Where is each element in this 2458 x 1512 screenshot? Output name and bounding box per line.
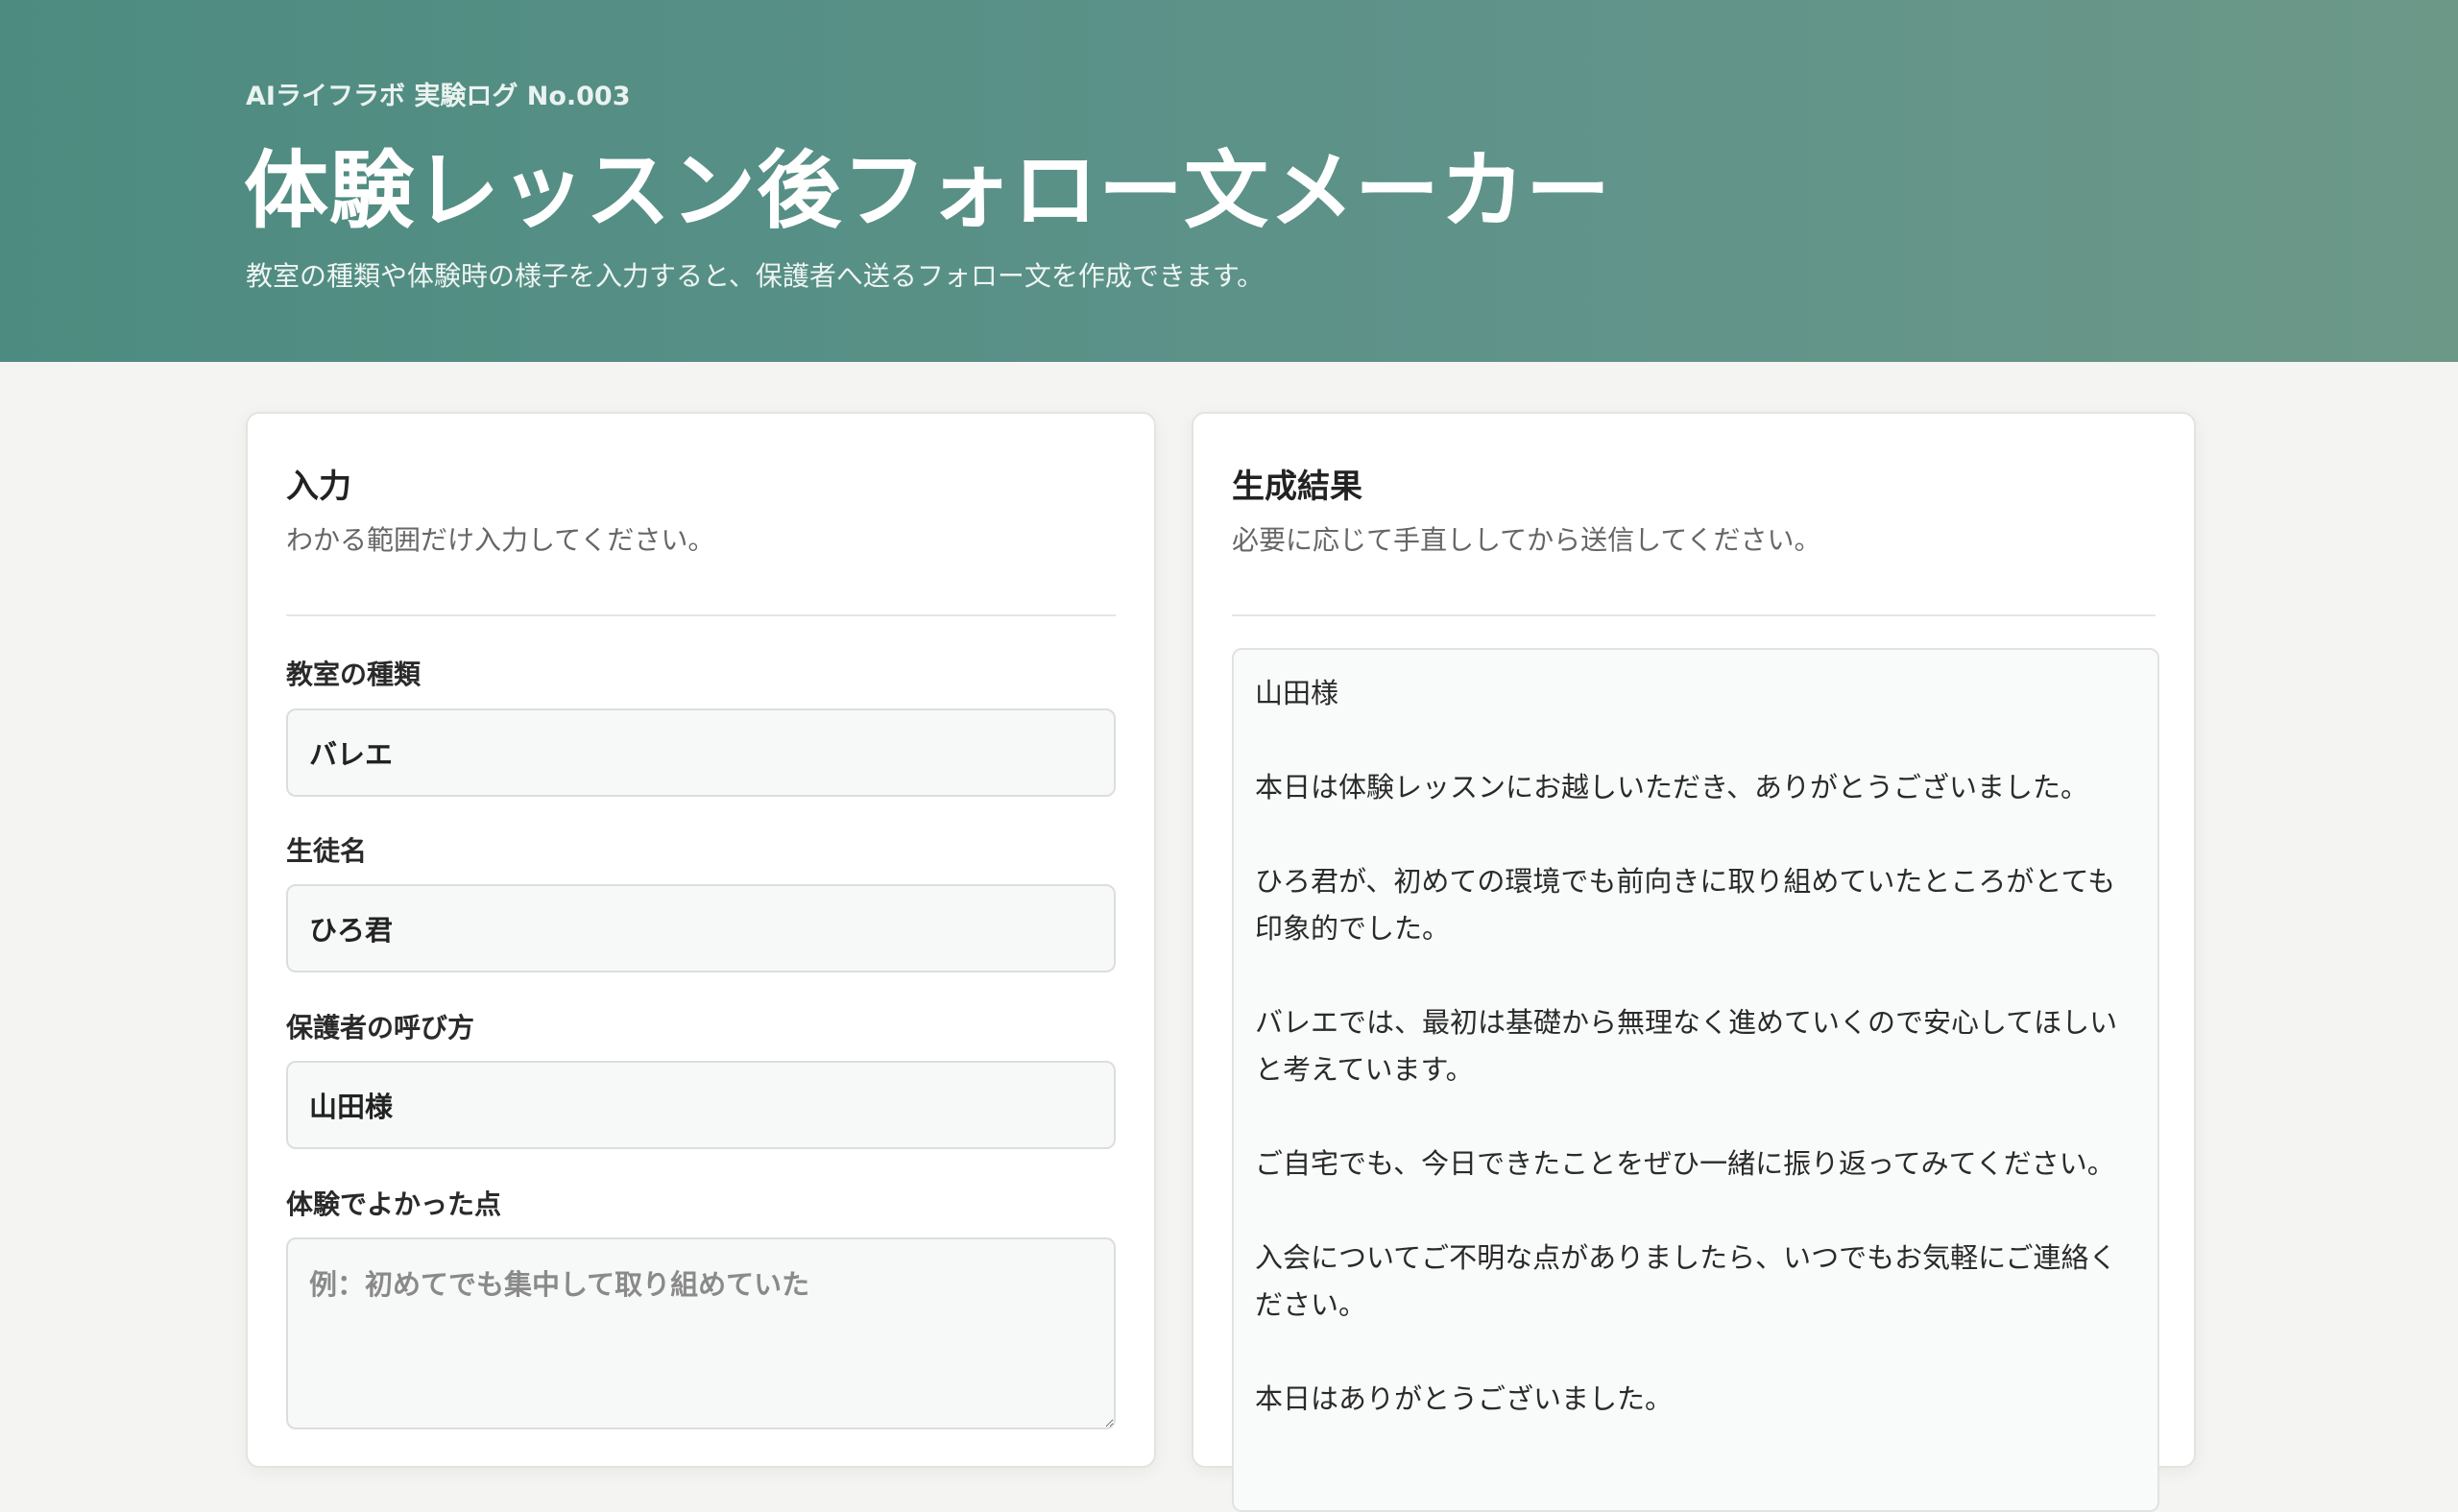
guardian-name-label: 保護者の呼び方 — [286, 1012, 475, 1044]
student-name-input[interactable] — [286, 884, 1116, 972]
output-card: 生成結果 必要に応じて手直ししてから送信してください。 山田様 本日は体験レッス… — [1192, 412, 2196, 1512]
input-card-title: 入力 — [286, 468, 351, 506]
output-line: 本日は体験レッスンにお越しいただき、ありがとうございました。 — [1255, 771, 2088, 804]
input-card-divider — [286, 614, 1116, 616]
output-line: 山田様 — [1255, 677, 1339, 709]
output-line: ださい。 — [1255, 1288, 1367, 1321]
page-title: 体験レッスン後フォロー文メーカー — [244, 141, 1612, 240]
input-card-description: わかる範囲だけ入力してください。 — [286, 524, 715, 556]
output-line: バレエでは、最初は基礎から無理なく進めていくので安心してほしい — [1255, 1006, 2118, 1039]
output-line: ひろ君が、初めての環境でも前向きに取り組めていたところがとても — [1255, 865, 2116, 898]
output-card-divider — [1232, 614, 2156, 616]
output-line: と考えています。 — [1255, 1053, 1474, 1086]
student-name-label: 生徒名 — [286, 835, 368, 867]
input-card: 入力 わかる範囲だけ入力してください。 教室の種類 生徒名 保護者の呼び方 体験… — [246, 412, 1156, 1468]
classroom-type-label: 教室の種類 — [286, 659, 422, 690]
classroom-type-input[interactable] — [286, 708, 1116, 797]
output-line: ご自宅でも、今日できたことをぜひ一緒に振り返ってみてください。 — [1255, 1147, 2115, 1180]
output-line: 印象的でした。 — [1255, 912, 1451, 945]
generated-text-box[interactable]: 山田様 本日は体験レッスンにお越しいただき、ありがとうございました。 ひろ君が、… — [1232, 648, 2159, 1512]
output-card-title: 生成結果 — [1232, 468, 1362, 506]
good-points-textarea[interactable] — [286, 1237, 1116, 1429]
guardian-name-input[interactable] — [286, 1061, 1116, 1149]
good-points-label: 体験でよかった点 — [286, 1188, 502, 1220]
header-subtitle: 教室の種類や体験時の様子を入力すると、保護者へ送るフォロー文を作成できます。 — [246, 260, 1265, 292]
header-kicker: AIライフラボ 実験ログ No.003 — [246, 82, 631, 111]
output-line: 本日はありがとうございました。 — [1255, 1382, 1674, 1415]
output-line: 入会についてご不明な点がありましたら、いつでもお気軽にご連絡く — [1255, 1241, 2117, 1274]
output-card-description: 必要に応じて手直ししてから送信してください。 — [1232, 524, 1821, 556]
page-header: AIライフラボ 実験ログ No.003 体験レッスン後フォロー文メーカー 教室の… — [0, 0, 2458, 362]
